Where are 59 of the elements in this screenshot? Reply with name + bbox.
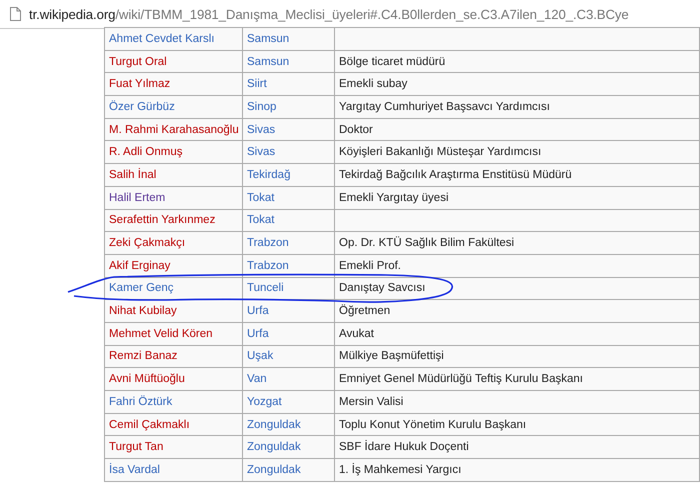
page-icon	[10, 7, 21, 21]
name-link[interactable]: Nihat Kubilay	[104, 300, 242, 322]
name-link[interactable]: R. Adli Onmuş	[104, 140, 242, 164]
province-link[interactable]: Trabzon	[242, 232, 334, 254]
table-cell: Danıştay Savcısı	[334, 277, 700, 300]
name-link[interactable]: Özer Gürbüz	[104, 96, 242, 118]
name-link[interactable]: M. Rahmi Karahasanoğlu	[104, 118, 242, 141]
table-cell: Mülkiye Başmüfettişi	[334, 345, 700, 368]
name-link[interactable]: Fuat Yılmaz	[104, 72, 242, 96]
name-link[interactable]: Ahmet Cevdet Karslı	[104, 28, 242, 50]
table-cell: SBF İdare Hukuk Doçenti	[334, 436, 700, 459]
name-link[interactable]: Remzi Banaz	[104, 345, 242, 368]
table-cell: Toplu Konut Yönetim Kurulu Başkanı	[334, 413, 700, 436]
table-cell: Avukat	[334, 322, 700, 346]
table-cell: Doktor	[334, 118, 700, 141]
table-cell: Tekirdağ Bağcılık Araştırma Enstitüsü Müdürü	[334, 164, 700, 186]
name-link[interactable]: Serafettin Yarkınmez	[104, 209, 242, 232]
province-link[interactable]: Trabzon	[242, 254, 334, 278]
province-link[interactable]: Urfa	[242, 300, 334, 322]
name-link[interactable]: Turgut Oral	[104, 50, 242, 73]
table-cell: Emekli Yargıtay üyesi	[334, 186, 700, 209]
name-link[interactable]: Cemil Çakmaklı	[104, 413, 242, 436]
province-link[interactable]: Samsun	[242, 50, 334, 73]
table-cell: Emekli subay	[334, 72, 700, 96]
table-cell: Öğretmen	[334, 300, 700, 322]
name-link[interactable]: Akif Erginay	[104, 254, 242, 278]
province-link[interactable]: Zonguldak	[242, 458, 334, 482]
name-link[interactable]: Mehmet Velid Kören	[104, 322, 242, 346]
province-link[interactable]: Sivas	[242, 118, 334, 141]
table-cell: Emekli Prof.	[334, 254, 700, 278]
name-link[interactable]: Salih İnal	[104, 164, 242, 186]
province-link[interactable]: Zonguldak	[242, 436, 334, 459]
table-cell: Yargıtay Cumhuriyet Başsavcı Yardımcısı	[334, 96, 700, 118]
table-cell: Op. Dr. KTÜ Sağlık Bilim Fakültesi	[334, 232, 700, 254]
table-cell: 1. İş Mahkemesi Yargıcı	[334, 458, 700, 482]
name-link[interactable]: Turgut Tan	[104, 436, 242, 459]
province-link[interactable]: Sinop	[242, 96, 334, 118]
name-link[interactable]: Kamer Genç	[104, 277, 242, 300]
province-link[interactable]: Tokat	[242, 186, 334, 209]
name-link[interactable]: Fahri Öztürk	[104, 390, 242, 414]
table-cell: Köyişleri Bakanlığı Müsteşar Yardımcısı	[334, 140, 700, 164]
province-link[interactable]: Sivas	[242, 140, 334, 164]
name-link[interactable]: Zeki Çakmakçı	[104, 232, 242, 254]
table-cell: Emniyet Genel Müdürlüğü Teftiş Kurulu Başkanı	[334, 368, 700, 390]
table-cell: Bölge ticaret müdürü	[334, 50, 700, 73]
province-link[interactable]: Siirt	[242, 72, 334, 96]
name-link[interactable]: Halil Ertem	[104, 186, 242, 209]
name-link[interactable]: İsa Vardal	[104, 458, 242, 482]
table-cell: Mersin Valisi	[334, 390, 700, 414]
province-link[interactable]: Zonguldak	[242, 413, 334, 436]
name-link[interactable]: Avni Müftüoğlu	[104, 368, 242, 390]
province-link[interactable]: Tokat	[242, 209, 334, 232]
province-link[interactable]: Tekirdağ	[242, 164, 334, 186]
province-link[interactable]: Uşak	[242, 345, 334, 368]
province-link[interactable]: Samsun	[242, 28, 334, 50]
province-link[interactable]: Urfa	[242, 322, 334, 346]
province-link[interactable]: Van	[242, 368, 334, 390]
province-link[interactable]: Yozgat	[242, 390, 334, 414]
address-field[interactable]: tr.wikipedia.org/wiki/TBMM_1981_Danışma_Meclisi_üyeleri#.C4.B0llerden_se.C3.A7ilen_120_.C3.BCye	[29, 6, 629, 22]
